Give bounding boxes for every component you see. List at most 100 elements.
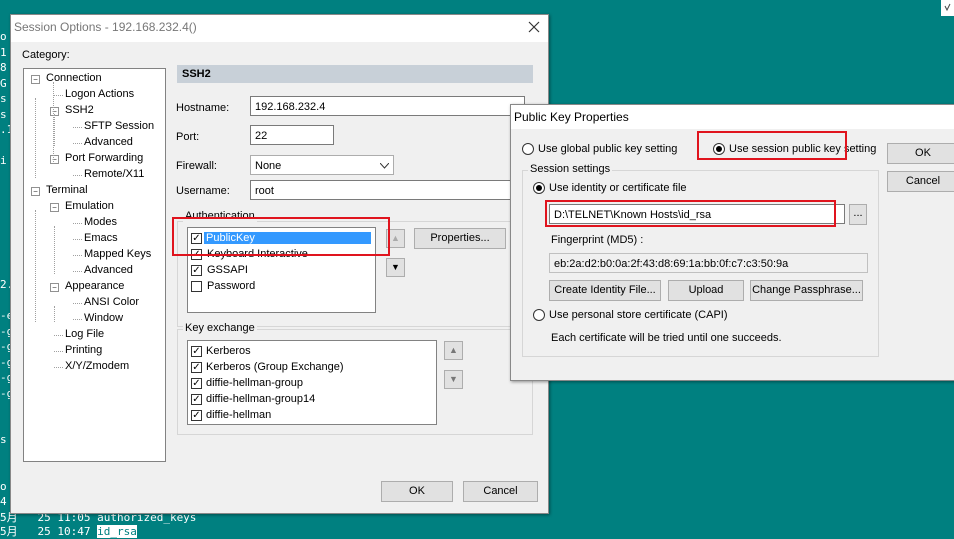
browse-button[interactable]: ... [849, 204, 867, 225]
terminal-line-prefix: 5月 25 10:47 [0, 525, 98, 538]
terminal-fragment: G [0, 76, 7, 90]
terminal-highlight-id-rsa: id_rsa [97, 525, 137, 538]
tree-item[interactable]: SSH2 [65, 104, 94, 116]
auth-item-label[interactable]: Password [205, 280, 257, 292]
terminal-fragment: i [0, 154, 7, 167]
terminal-fragment: 8 [0, 61, 7, 74]
pk-ok-button[interactable]: OK [887, 143, 954, 164]
pk-cancel-button[interactable]: Cancel [887, 171, 954, 192]
session-settings-title: Session settings [528, 163, 613, 175]
terminal-fragment: 4 [0, 495, 7, 508]
kex-item-label[interactable]: Kerberos (Group Exchange) [206, 361, 344, 373]
tree-item[interactable]: Remote/X11 [84, 168, 144, 180]
tree-item[interactable]: Emulation [65, 200, 114, 212]
key-exchange-list[interactable]: ✓ Kerberos ✓ Kerberos (Group Exchange) ✓ diff… [187, 340, 437, 425]
tree-collapse-icon[interactable]: − [50, 203, 59, 212]
kex-checkbox[interactable]: ✓ [191, 346, 202, 357]
terminal-fragment: s [0, 107, 7, 121]
tree-connector [73, 239, 82, 240]
tree-connector [54, 95, 63, 96]
tree-connector [54, 367, 63, 368]
category-tree[interactable]: − Connection Logon Actions − SSH2 SFTP Sessio… [23, 68, 166, 462]
section-header: SSH2 [177, 65, 533, 83]
kex-item-label[interactable]: diffie-hellman [206, 409, 271, 421]
terminal-fragment: o [0, 479, 7, 493]
tree-connector [73, 143, 82, 144]
close-icon[interactable] [527, 20, 541, 34]
tree-item[interactable]: X/Y/Zmodem [65, 360, 129, 372]
tree-item[interactable]: Log File [65, 328, 104, 340]
kex-item-label[interactable]: diffie-hellman-group [206, 377, 303, 389]
port-label: Port: [176, 131, 200, 143]
use-identity-radio[interactable] [533, 182, 545, 194]
tree-item[interactable]: Emacs [84, 232, 118, 244]
tree-item[interactable]: Advanced [84, 264, 133, 276]
kex-item-label[interactable]: diffie-hellman-group14 [206, 393, 315, 405]
auth-checkbox[interactable] [191, 281, 202, 292]
username-input[interactable]: root [250, 180, 525, 200]
firewall-select[interactable]: None [250, 155, 394, 175]
create-identity-button[interactable]: Create Identity File... [549, 280, 661, 301]
kex-item-label[interactable]: Kerberos [206, 345, 251, 357]
terminal-scroll-corner [941, 0, 954, 16]
tree-item[interactable]: Mapped Keys [84, 248, 151, 260]
annotation-use-session-highlight [697, 131, 847, 160]
annotation-publickey-highlight [172, 217, 390, 256]
tree-item[interactable]: Logon Actions [65, 88, 134, 100]
change-passphrase-button[interactable]: Change Passphrase... [750, 280, 863, 301]
tree-connector [54, 114, 55, 146]
use-global-label: Use global public key setting [538, 143, 678, 155]
username-label: Username: [176, 185, 230, 197]
kex-checkbox[interactable]: ✓ [191, 394, 202, 405]
tree-connector [73, 303, 82, 304]
cancel-button[interactable]: Cancel [463, 481, 538, 502]
port-input[interactable]: 22 [250, 125, 334, 145]
auth-item-label[interactable]: GSSAPI [205, 264, 250, 276]
hostname-input[interactable]: 192.168.232.4 [250, 96, 525, 116]
tree-connector [54, 335, 63, 336]
tree-connector [73, 319, 82, 320]
tree-item[interactable]: Window [84, 312, 123, 324]
public-key-titlebar: Public Key Properties [511, 105, 954, 129]
auth-checkbox[interactable]: ✓ [191, 265, 202, 276]
tree-connector [35, 210, 36, 322]
tree-item[interactable]: Terminal [46, 184, 88, 196]
use-identity-label: Use identity or certificate file [549, 182, 687, 194]
tree-collapse-icon[interactable]: − [50, 155, 59, 164]
use-global-radio[interactable] [522, 143, 534, 155]
firewall-value: None [255, 160, 282, 172]
tree-collapse-icon[interactable]: − [31, 75, 40, 84]
tree-connector [54, 351, 63, 352]
tree-item[interactable]: Connection [46, 72, 102, 84]
tree-connector [54, 226, 55, 274]
tree-item[interactable]: SFTP Session [84, 120, 154, 132]
capi-note: Each certificate will be tried until one… [551, 332, 782, 344]
category-label: Category: [22, 49, 70, 61]
tree-item[interactable]: Port Forwarding [65, 152, 143, 164]
session-options-titlebar: Session Options - 192.168.232.4() [11, 15, 548, 42]
terminal-fragment: s [0, 433, 7, 446]
use-capi-radio[interactable] [533, 309, 545, 321]
tree-item[interactable]: Modes [84, 216, 117, 228]
properties-button[interactable]: Properties... [414, 228, 506, 249]
firewall-label: Firewall: [176, 160, 217, 172]
chevron-down-icon [380, 163, 389, 169]
tree-collapse-icon[interactable]: − [50, 283, 59, 292]
terminal-fragment: o [0, 30, 7, 43]
ok-button[interactable]: OK [381, 481, 453, 502]
kex-move-down-button[interactable]: ▼ [444, 370, 463, 389]
hostname-label: Hostname: [176, 102, 230, 114]
kex-checkbox[interactable]: ✓ [191, 378, 202, 389]
tree-connector [73, 271, 82, 272]
fingerprint-label: Fingerprint (MD5) : [551, 234, 644, 246]
tree-collapse-icon[interactable]: − [31, 187, 40, 196]
kex-checkbox[interactable]: ✓ [191, 410, 202, 421]
move-down-button[interactable]: ▼ [386, 258, 405, 277]
tree-item[interactable]: Appearance [65, 280, 124, 292]
kex-checkbox[interactable]: ✓ [191, 362, 202, 373]
tree-item[interactable]: Printing [65, 344, 102, 356]
tree-item[interactable]: ANSI Color [84, 296, 139, 308]
tree-item[interactable]: Advanced [84, 136, 133, 148]
kex-move-up-button[interactable]: ▲ [444, 341, 463, 360]
upload-button[interactable]: Upload [668, 280, 744, 301]
